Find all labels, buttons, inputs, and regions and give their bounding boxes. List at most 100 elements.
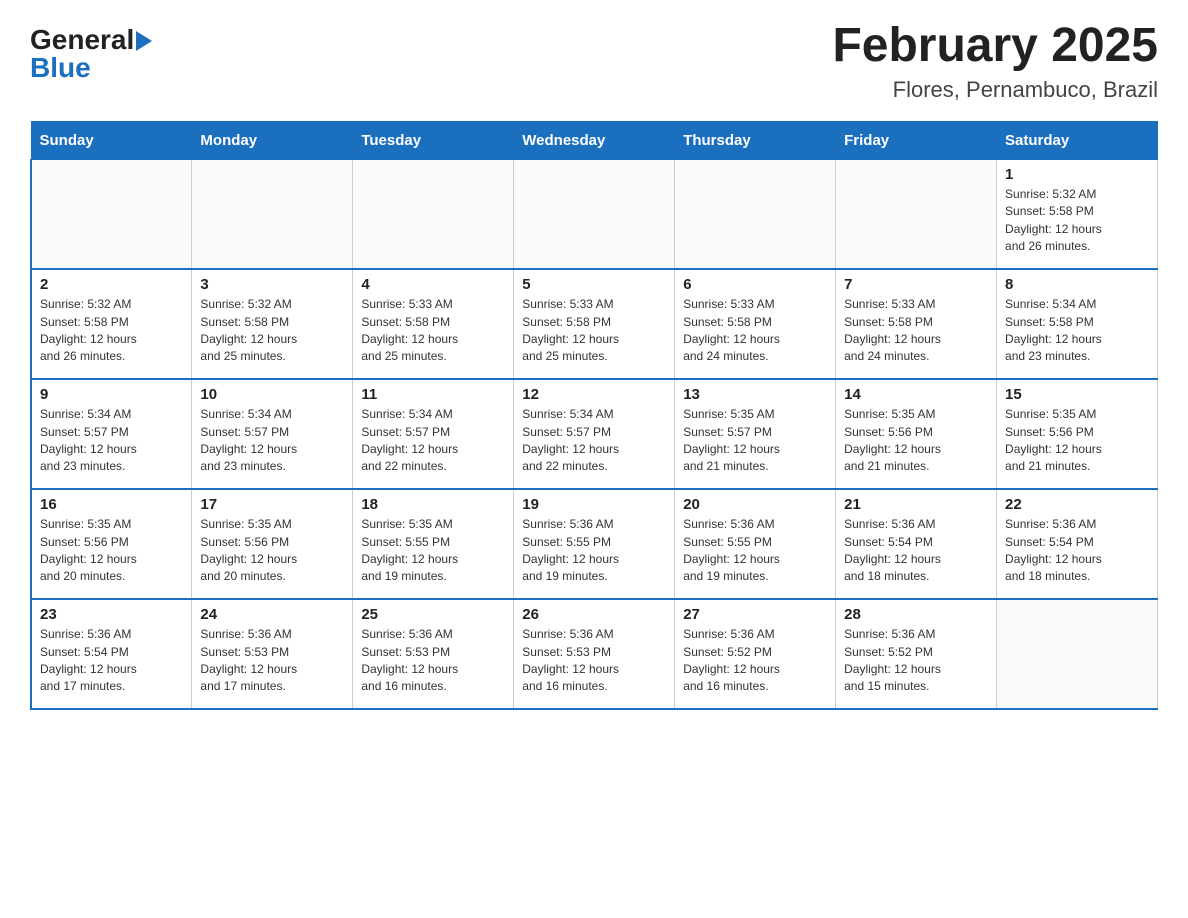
- day-info: Sunrise: 5:33 AM Sunset: 5:58 PM Dayligh…: [361, 296, 505, 366]
- day-number: 12: [522, 386, 666, 403]
- day-number: 18: [361, 496, 505, 513]
- calendar-cell: 2Sunrise: 5:32 AM Sunset: 5:58 PM Daylig…: [31, 269, 192, 379]
- calendar-cell: 4 Sunrise: 5:33 AM Sunset: 5:58 PM Daylig…: [353, 269, 514, 379]
- day-info: Sunrise: 5:35 AM Sunset: 5:56 PM Dayligh…: [1005, 406, 1149, 476]
- day-number: 11: [361, 386, 505, 403]
- calendar-table: SundayMondayTuesdayWednesdayThursdayFrid…: [30, 121, 1158, 711]
- calendar-cell: 26 Sunrise: 5:36 AM Sunset: 5:53 PM Dayli…: [514, 599, 675, 709]
- calendar-cell: 10 Sunrise: 5:34 AM Sunset: 5:57 PM Dayli…: [192, 379, 353, 489]
- calendar-week-row: 1Sunrise: 5:32 AM Sunset: 5:58 PM Daylig…: [31, 159, 1158, 269]
- calendar-cell: 7Sunrise: 5:33 AM Sunset: 5:58 PM Daylig…: [836, 269, 997, 379]
- page-header: General Blue February 2025 Flores, Perna…: [30, 20, 1158, 103]
- day-info: Sunrise: 5:33 AM Sunset: 5:58 PM Dayligh…: [683, 296, 827, 366]
- day-number: 20: [683, 496, 827, 513]
- calendar-cell: 12 Sunrise: 5:34 AM Sunset: 5:57 PM Dayli…: [514, 379, 675, 489]
- calendar-cell: 8 Sunrise: 5:34 AM Sunset: 5:58 PM Daylig…: [997, 269, 1158, 379]
- day-number: 22: [1005, 496, 1149, 513]
- day-number: 4: [361, 276, 505, 293]
- day-header-tuesday: Tuesday: [353, 121, 514, 159]
- day-number: 23: [40, 606, 183, 623]
- calendar-week-row: 9Sunrise: 5:34 AM Sunset: 5:57 PM Daylig…: [31, 379, 1158, 489]
- calendar-cell: 9Sunrise: 5:34 AM Sunset: 5:57 PM Daylig…: [31, 379, 192, 489]
- day-header-sunday: Sunday: [31, 121, 192, 159]
- calendar-cell: 14 Sunrise: 5:35 AM Sunset: 5:56 PM Dayli…: [836, 379, 997, 489]
- day-number: 14: [844, 386, 988, 403]
- day-number: 28: [844, 606, 988, 623]
- day-info: Sunrise: 5:32 AM Sunset: 5:58 PM Dayligh…: [40, 296, 183, 366]
- day-info: Sunrise: 5:35 AM Sunset: 5:57 PM Dayligh…: [683, 406, 827, 476]
- calendar-cell: [675, 159, 836, 269]
- day-header-thursday: Thursday: [675, 121, 836, 159]
- logo-general-text: General: [30, 26, 134, 54]
- day-number: 3: [200, 276, 344, 293]
- day-info: Sunrise: 5:33 AM Sunset: 5:58 PM Dayligh…: [522, 296, 666, 366]
- calendar-cell: 19 Sunrise: 5:36 AM Sunset: 5:55 PM Dayli…: [514, 489, 675, 599]
- day-number: 5: [522, 276, 666, 293]
- calendar-cell: 1Sunrise: 5:32 AM Sunset: 5:58 PM Daylig…: [997, 159, 1158, 269]
- calendar-cell: 23 Sunrise: 5:36 AM Sunset: 5:54 PM Dayli…: [31, 599, 192, 709]
- day-number: 26: [522, 606, 666, 623]
- calendar-cell: 3 Sunrise: 5:32 AM Sunset: 5:58 PM Daylig…: [192, 269, 353, 379]
- day-header-saturday: Saturday: [997, 121, 1158, 159]
- day-info: Sunrise: 5:36 AM Sunset: 5:53 PM Dayligh…: [522, 626, 666, 696]
- day-info: Sunrise: 5:35 AM Sunset: 5:56 PM Dayligh…: [844, 406, 988, 476]
- calendar-week-row: 23 Sunrise: 5:36 AM Sunset: 5:54 PM Dayli…: [31, 599, 1158, 709]
- day-number: 1: [1005, 166, 1149, 183]
- calendar-cell: 18 Sunrise: 5:35 AM Sunset: 5:55 PM Dayli…: [353, 489, 514, 599]
- day-header-wednesday: Wednesday: [514, 121, 675, 159]
- day-number: 25: [361, 606, 505, 623]
- day-info: Sunrise: 5:36 AM Sunset: 5:55 PM Dayligh…: [522, 516, 666, 586]
- calendar-cell: 27Sunrise: 5:36 AM Sunset: 5:52 PM Dayli…: [675, 599, 836, 709]
- day-info: Sunrise: 5:34 AM Sunset: 5:57 PM Dayligh…: [361, 406, 505, 476]
- day-info: Sunrise: 5:34 AM Sunset: 5:58 PM Dayligh…: [1005, 296, 1149, 366]
- calendar-cell: 15Sunrise: 5:35 AM Sunset: 5:56 PM Dayli…: [997, 379, 1158, 489]
- day-number: 6: [683, 276, 827, 293]
- day-info: Sunrise: 5:36 AM Sunset: 5:54 PM Dayligh…: [1005, 516, 1149, 586]
- day-number: 10: [200, 386, 344, 403]
- calendar-cell: 13 Sunrise: 5:35 AM Sunset: 5:57 PM Dayli…: [675, 379, 836, 489]
- day-info: Sunrise: 5:36 AM Sunset: 5:53 PM Dayligh…: [361, 626, 505, 696]
- calendar-cell: 28 Sunrise: 5:36 AM Sunset: 5:52 PM Dayli…: [836, 599, 997, 709]
- calendar-cell: 11 Sunrise: 5:34 AM Sunset: 5:57 PM Dayli…: [353, 379, 514, 489]
- calendar-cell: [192, 159, 353, 269]
- day-info: Sunrise: 5:36 AM Sunset: 5:54 PM Dayligh…: [844, 516, 988, 586]
- day-number: 21: [844, 496, 988, 513]
- day-info: Sunrise: 5:32 AM Sunset: 5:58 PM Dayligh…: [200, 296, 344, 366]
- day-info: Sunrise: 5:34 AM Sunset: 5:57 PM Dayligh…: [40, 406, 183, 476]
- calendar-cell: 17 Sunrise: 5:35 AM Sunset: 5:56 PM Dayli…: [192, 489, 353, 599]
- day-number: 17: [200, 496, 344, 513]
- calendar-header-row: SundayMondayTuesdayWednesdayThursdayFrid…: [31, 121, 1158, 159]
- logo: General Blue: [30, 20, 152, 82]
- day-number: 7: [844, 276, 988, 293]
- day-number: 24: [200, 606, 344, 623]
- calendar-cell: [997, 599, 1158, 709]
- day-number: 19: [522, 496, 666, 513]
- day-header-friday: Friday: [836, 121, 997, 159]
- calendar-cell: 22 Sunrise: 5:36 AM Sunset: 5:54 PM Dayli…: [997, 489, 1158, 599]
- calendar-cell: 6 Sunrise: 5:33 AM Sunset: 5:58 PM Daylig…: [675, 269, 836, 379]
- day-number: 13: [683, 386, 827, 403]
- calendar-week-row: 16 Sunrise: 5:35 AM Sunset: 5:56 PM Dayli…: [31, 489, 1158, 599]
- day-number: 27: [683, 606, 827, 623]
- day-info: Sunrise: 5:35 AM Sunset: 5:55 PM Dayligh…: [361, 516, 505, 586]
- day-info: Sunrise: 5:35 AM Sunset: 5:56 PM Dayligh…: [200, 516, 344, 586]
- calendar-cell: [514, 159, 675, 269]
- day-info: Sunrise: 5:36 AM Sunset: 5:55 PM Dayligh…: [683, 516, 827, 586]
- logo-arrow-icon: [136, 31, 152, 51]
- calendar-cell: [836, 159, 997, 269]
- calendar-week-row: 2Sunrise: 5:32 AM Sunset: 5:58 PM Daylig…: [31, 269, 1158, 379]
- calendar-cell: 24Sunrise: 5:36 AM Sunset: 5:53 PM Dayli…: [192, 599, 353, 709]
- calendar-cell: 16 Sunrise: 5:35 AM Sunset: 5:56 PM Dayli…: [31, 489, 192, 599]
- day-info: Sunrise: 5:36 AM Sunset: 5:52 PM Dayligh…: [844, 626, 988, 696]
- day-info: Sunrise: 5:35 AM Sunset: 5:56 PM Dayligh…: [40, 516, 183, 586]
- day-info: Sunrise: 5:34 AM Sunset: 5:57 PM Dayligh…: [522, 406, 666, 476]
- day-number: 8: [1005, 276, 1149, 293]
- day-info: Sunrise: 5:34 AM Sunset: 5:57 PM Dayligh…: [200, 406, 344, 476]
- day-header-monday: Monday: [192, 121, 353, 159]
- logo-blue-text: Blue: [30, 54, 91, 82]
- calendar-cell: 5 Sunrise: 5:33 AM Sunset: 5:58 PM Daylig…: [514, 269, 675, 379]
- calendar-cell: 21 Sunrise: 5:36 AM Sunset: 5:54 PM Dayli…: [836, 489, 997, 599]
- day-number: 16: [40, 496, 183, 513]
- day-info: Sunrise: 5:36 AM Sunset: 5:54 PM Dayligh…: [40, 626, 183, 696]
- page-title: February 2025: [832, 20, 1158, 73]
